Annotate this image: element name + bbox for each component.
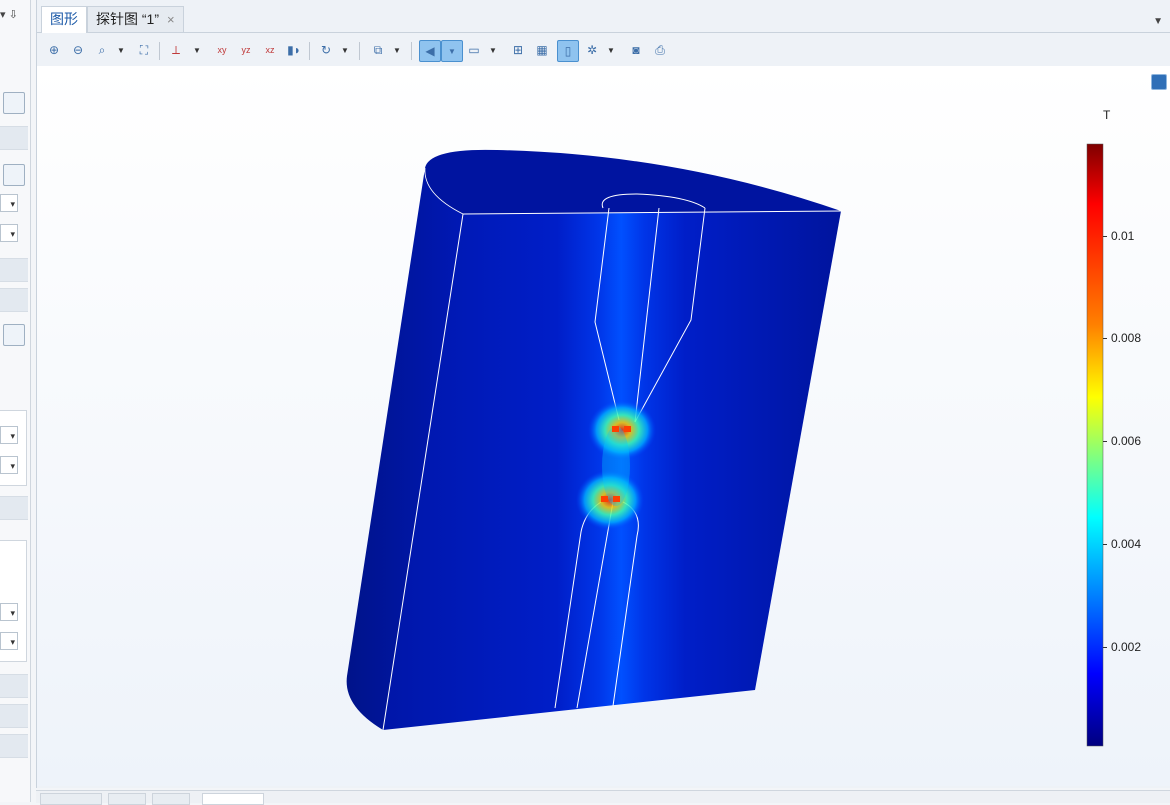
dock-dropdown[interactable]: ▾ <box>0 603 18 621</box>
axis-view-icon[interactable]: ⟂ <box>167 41 185 59</box>
toolbar-separator <box>309 42 310 60</box>
colorbar-tick-label: 0.01 <box>1111 229 1135 243</box>
dock-dropdown[interactable]: ▾ <box>0 632 18 650</box>
wireframe-icon[interactable]: ▦ <box>533 41 551 59</box>
zoom-extents-icon[interactable]: ⛶ <box>135 41 153 59</box>
tab-graphics[interactable]: 图形 <box>41 6 87 33</box>
print-icon[interactable]: ⎙ <box>651 41 669 59</box>
toolbar-separator <box>411 42 412 60</box>
zoom-in-icon[interactable]: ⊕ <box>45 41 63 59</box>
chevron-down-icon[interactable]: ▼ <box>607 46 615 55</box>
zoom-out-icon[interactable]: ⊖ <box>69 41 87 59</box>
camera-icon[interactable]: ▮◗ <box>285 41 303 59</box>
dock-dropdown[interactable]: ▾ <box>0 224 18 242</box>
bottom-tab[interactable] <box>108 793 146 805</box>
chevron-down-icon[interactable]: ▼ <box>489 46 497 55</box>
chevron-down-icon[interactable]: ▼ <box>441 40 463 62</box>
dock-dropdown[interactable]: ▾ <box>0 194 18 212</box>
yz-view-icon[interactable]: yz <box>237 41 255 59</box>
graphics-canvas[interactable]: T 0.01 0.008 0.006 0.004 0.002 <box>37 66 1170 786</box>
bottom-tab[interactable] <box>40 793 102 805</box>
render-icon[interactable]: ▭ <box>465 41 483 59</box>
dock-section-band <box>0 496 28 520</box>
dock-dropdown[interactable]: ▾ <box>0 426 18 444</box>
colorbar-unit: T <box>1103 108 1111 122</box>
colorbar-tick <box>1103 338 1107 339</box>
dock-section-band <box>0 288 28 312</box>
rotate-icon[interactable]: ↻ <box>317 41 335 59</box>
dock-section-band <box>0 674 28 698</box>
graphics-panel: 图形 探针图 “1” × ▼ ⊕ ⊖ ⌕ ▼ ⛶ ⟂ ▼ xy yz xz ▮◗ … <box>36 0 1170 788</box>
toolbar-separator <box>359 42 360 60</box>
colorbar-tick-label: 0.008 <box>1111 331 1142 345</box>
left-dock-strip: ▾ ⇩ ▾ ▾ ▾ ▾ ▾ ▾ <box>0 0 31 802</box>
tab-probe-plot[interactable]: 探针图 “1” × <box>87 6 184 32</box>
dock-section-band <box>0 126 28 150</box>
dock-section-band <box>0 734 28 758</box>
colorbar-tick <box>1103 544 1107 545</box>
toolbar-separator <box>159 42 160 60</box>
chevron-down-icon[interactable]: ▼ <box>393 46 401 55</box>
grid-icon[interactable]: ⊞ <box>509 41 527 59</box>
chevron-down-icon[interactable]: ▼ <box>117 46 125 55</box>
close-icon[interactable]: × <box>167 12 175 27</box>
dock-button-settings[interactable] <box>3 92 25 114</box>
tab-label: 图形 <box>50 11 78 27</box>
dock-section-band <box>0 258 28 282</box>
colorbar-tick-label: 0.002 <box>1111 640 1142 654</box>
zoom-box-icon[interactable]: ⌕ <box>93 41 111 59</box>
bottom-tab-strip <box>36 790 1170 805</box>
colorbar-tick-label: 0.006 <box>1111 434 1142 448</box>
chevron-down-icon[interactable]: ▼ <box>193 46 201 55</box>
xz-view-icon[interactable]: xz <box>261 41 279 59</box>
bottom-tab[interactable] <box>202 793 264 805</box>
colorbar-tick <box>1103 647 1107 648</box>
color-legend <box>1086 143 1104 747</box>
colorbar-tick <box>1103 236 1107 237</box>
dock-button-probe[interactable] <box>3 164 25 186</box>
transparency-icon[interactable]: ⧉ <box>369 41 387 59</box>
dock-dropdown[interactable]: ▾ <box>0 456 18 474</box>
bottom-tab[interactable] <box>152 793 190 805</box>
color-icon[interactable]: ✲ <box>583 41 601 59</box>
plot-3d-geometry <box>346 143 1104 747</box>
dock-button-table[interactable] <box>3 324 25 346</box>
dock-menu-icon[interactable]: ▾ ⇩ <box>0 8 18 21</box>
tab-bar: 图形 探针图 “1” × ▼ <box>37 6 1170 33</box>
colorbar-tick-label: 0.004 <box>1111 537 1142 551</box>
scene-light-icon[interactable]: ▯ <box>557 40 579 62</box>
colorbar-tick <box>1103 441 1107 442</box>
graphics-toolbar: ⊕ ⊖ ⌕ ▼ ⛶ ⟂ ▼ xy yz xz ▮◗ ↻ ▼ ⧉ ▼ ◀ ▼ ▭ … <box>37 36 1170 66</box>
dock-section-band <box>0 704 28 728</box>
chevron-down-icon[interactable]: ▼ <box>341 46 349 55</box>
panel-menu-icon[interactable]: ▼ <box>1153 16 1163 27</box>
snapshot-icon[interactable]: ◙ <box>627 41 645 59</box>
xy-view-icon[interactable]: xy <box>213 41 231 59</box>
tab-label: 探针图 “1” <box>96 11 159 27</box>
select-icon[interactable]: ◀ <box>419 40 441 62</box>
